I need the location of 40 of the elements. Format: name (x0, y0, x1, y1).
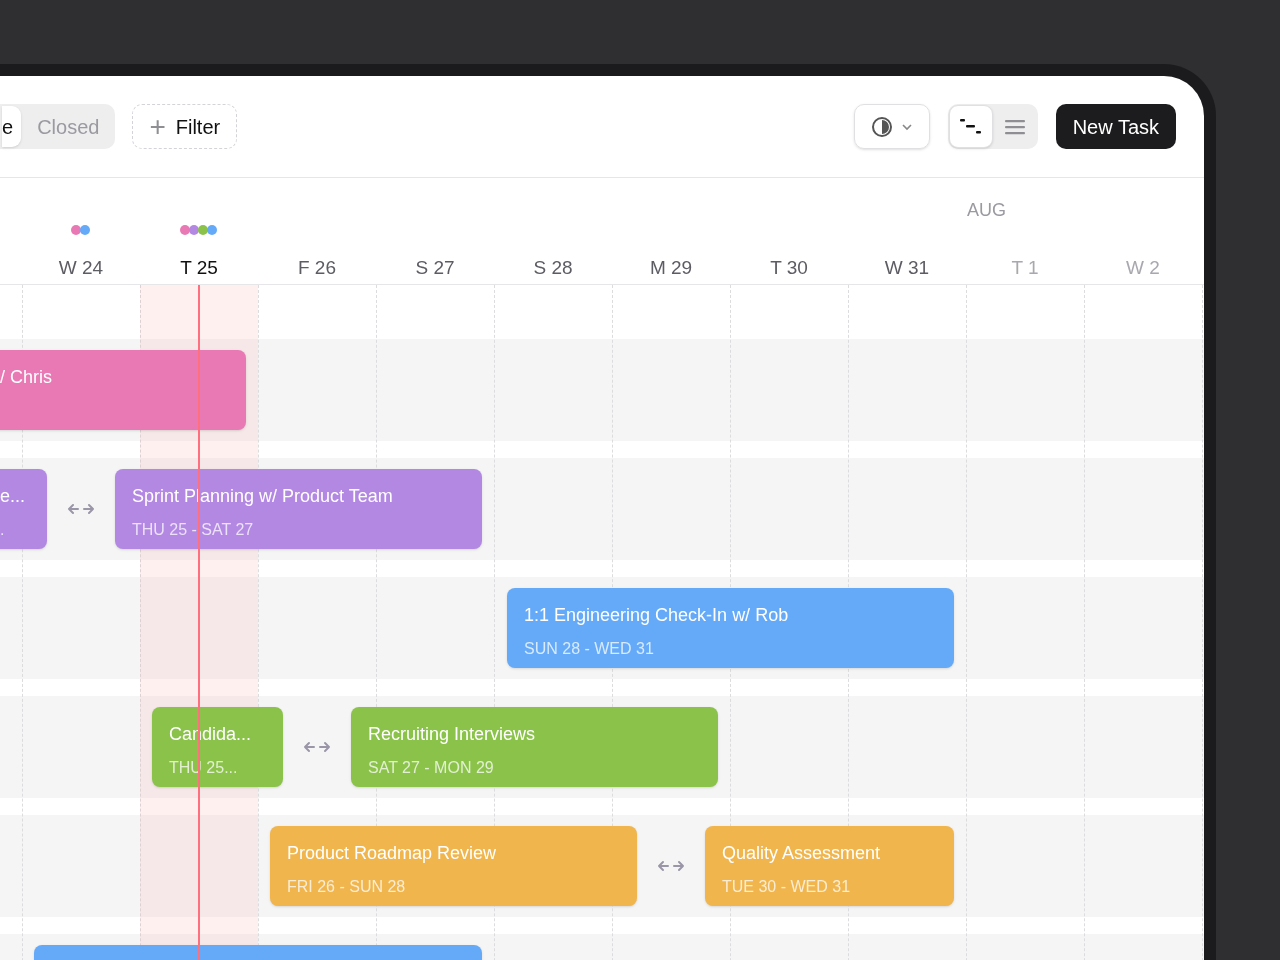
task-dates: SUN 28 - WED 31 (524, 639, 655, 659)
task-bar[interactable]: 1:1 Engineering Check-In w/ Rob SUN 28 - WED 31 (507, 588, 954, 668)
day-label: W 2 (1126, 256, 1160, 280)
day-label: T 25 (180, 256, 218, 280)
status-tab[interactable]: e (2, 106, 22, 147)
day-label: M 29 (649, 256, 693, 280)
task-dates: SAT 27 - MON 29 (368, 758, 495, 778)
task-bar[interactable]: Quality Assessment TUE 30 - WED 31 (705, 826, 954, 906)
day-label: T 1 (1011, 256, 1039, 280)
task-bar[interactable]: / Chris (0, 350, 246, 430)
day-label: S 27 (415, 256, 455, 280)
contrast-icon (870, 115, 893, 138)
month-label: AUG (967, 199, 1006, 222)
task-title: 1:1 Engineering Check-In w/ Rob (524, 604, 790, 627)
day-label: T 30 (770, 256, 808, 280)
list-icon (1003, 117, 1026, 136)
task-title: e... (0, 485, 26, 508)
new-task-button[interactable]: New Task (1055, 104, 1176, 149)
day-label: F 26 (298, 256, 336, 280)
task-dates: TUE 30 - WED 31 (722, 877, 852, 897)
plus-icon: + (149, 112, 166, 141)
task-dates: THU 25 - SAT 27 (132, 520, 255, 540)
day-label: W 31 (884, 256, 930, 280)
task-bar[interactable]: Product Roadmap Review FRI 26 - SUN 28 (270, 826, 637, 906)
task-title: Product Roadmap Review (287, 842, 498, 865)
timeline-icon (958, 116, 983, 137)
chevron-down-icon (900, 122, 913, 131)
task-dates: . (0, 520, 6, 540)
task-dates: FRI 26 - SUN 28 (287, 877, 407, 897)
task-bar[interactable]: Recruiting Interviews SAT 27 - MON 29 (351, 707, 718, 787)
task-title: / Chris (0, 366, 53, 389)
theme-dropdown[interactable] (853, 104, 930, 149)
filter-button[interactable]: + Filter (132, 104, 238, 149)
status-tab[interactable]: Closed (21, 106, 116, 147)
day-label: W 24 (58, 256, 104, 280)
task-title: Quality Assessment (722, 842, 882, 865)
day-label: S 28 (533, 256, 573, 280)
task-bar[interactable]: e... . (0, 469, 47, 549)
task-title: Recruiting Interviews (368, 723, 537, 746)
view-toggle-option[interactable] (948, 105, 993, 148)
